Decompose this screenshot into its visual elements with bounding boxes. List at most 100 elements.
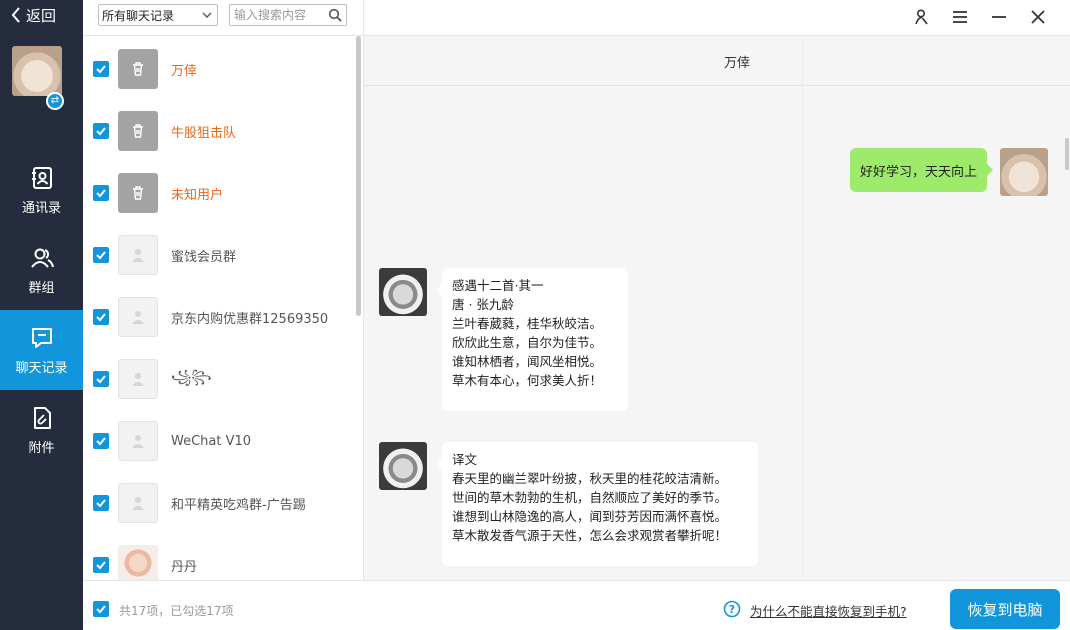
list-item[interactable]: 牛股狙击队	[83, 100, 353, 162]
list-item[interactable]: 万倖	[83, 38, 353, 100]
row-checkbox[interactable]	[93, 123, 109, 139]
list-item[interactable]: ꧁꧂	[83, 348, 353, 410]
message-line: 唐 · 张九龄	[452, 295, 618, 314]
chat-panel: 万倖 好好学习，天天向上 感遇十二首·其一 唐 · 张九龄 兰叶春葳蕤，桂华秋皎…	[364, 36, 1070, 580]
list-item[interactable]: 丹丹	[83, 534, 353, 580]
chevron-left-icon	[10, 7, 22, 23]
back-button[interactable]: 返回	[10, 5, 56, 25]
row-checkbox[interactable]	[93, 495, 109, 511]
row-checkbox[interactable]	[93, 309, 109, 325]
menu-button[interactable]	[949, 6, 971, 28]
avatar[interactable]	[1000, 148, 1048, 196]
chat-filter-select[interactable]: 所有聊天记录	[98, 4, 218, 26]
row-checkbox[interactable]	[93, 557, 109, 573]
back-label: 返回	[26, 5, 56, 26]
close-icon	[1029, 8, 1047, 26]
nav-item-contacts[interactable]: 通讯录	[0, 150, 83, 230]
message-bubble-self: 好好学习，天天向上	[850, 148, 987, 192]
minimize-button[interactable]	[988, 6, 1010, 28]
avatar	[118, 297, 158, 337]
row-checkbox[interactable]	[93, 185, 109, 201]
person-placeholder-icon	[129, 494, 147, 512]
minimize-icon	[990, 8, 1008, 26]
row-checkbox[interactable]	[93, 61, 109, 77]
nav-item-groups[interactable]: 群组	[0, 230, 83, 310]
chat-name: 牛股狙击队	[171, 122, 236, 141]
svg-text:?: ?	[729, 603, 735, 616]
search-input[interactable]	[230, 5, 322, 25]
chat-filter-value: 所有聊天记录	[102, 7, 174, 24]
chat-title: 万倖	[364, 52, 1070, 71]
avatar	[118, 545, 158, 580]
message-line: 感遇十二首·其一	[452, 276, 618, 295]
nav-item-chat-history[interactable]: 聊天记录	[0, 310, 83, 390]
message-text: 好好学习，天天向上	[860, 161, 977, 180]
close-button[interactable]	[1027, 6, 1049, 28]
search-icon[interactable]	[328, 8, 342, 22]
message-line: 草木有本心，何求美人折！	[452, 371, 618, 390]
contacts-icon	[29, 165, 55, 191]
chat-history-icon	[29, 325, 55, 351]
check-icon	[95, 603, 107, 615]
message-line: 世间的草木勃勃的生机，自然顺应了美好的季节。	[452, 488, 748, 507]
attachment-icon	[29, 405, 55, 431]
trash-icon	[129, 184, 147, 202]
message-line: 谁想到山林隐逸的高人，闻到芬芳因而满怀喜悦。	[452, 507, 748, 526]
divider	[802, 36, 803, 580]
chat-list-scrollbar[interactable]	[356, 36, 361, 316]
restore-button-label: 恢复到电脑	[967, 599, 1042, 620]
avatar	[118, 421, 158, 461]
row-checkbox[interactable]	[93, 371, 109, 387]
help-link[interactable]: 为什么不能直接恢复到手机?	[750, 601, 907, 620]
user-button[interactable]	[911, 6, 933, 28]
chat-name: 蜜饯会员群	[171, 246, 236, 265]
select-all-checkbox[interactable]	[93, 601, 109, 617]
message-line: 草木散发香气源于天性，怎么会求观赏者攀折呢！	[452, 526, 748, 545]
left-nav: 返回 ⇄ 通讯录 群组	[0, 0, 83, 630]
message-line: 春天里的幽兰翠叶纷披，秋天里的桂花皎洁清新。	[452, 469, 748, 488]
group-icon	[29, 245, 55, 271]
message-line: 欣欣此生意，自尔为佳节。	[452, 333, 618, 352]
chevron-down-icon	[202, 11, 212, 19]
list-item[interactable]: 未知用户	[83, 162, 353, 224]
check-icon	[95, 311, 107, 323]
avatar[interactable]	[379, 442, 427, 490]
profile-avatar[interactable]	[12, 46, 62, 96]
list-item[interactable]: 和平精英吃鸡群-广告踢	[83, 472, 353, 534]
chat-name: 丹丹	[171, 556, 197, 575]
chat-name: 京东内购优惠群12569350	[171, 308, 328, 327]
list-item[interactable]: 蜜饯会员群	[83, 224, 353, 286]
message-line: 兰叶春葳蕤，桂华秋皎洁。	[452, 314, 618, 333]
row-checkbox[interactable]	[93, 247, 109, 263]
help-icon[interactable]: ?	[723, 600, 741, 618]
avatar	[118, 173, 158, 213]
menu-icon	[951, 8, 969, 26]
check-icon	[95, 497, 107, 509]
check-icon	[95, 125, 107, 137]
check-icon	[95, 373, 107, 385]
restore-to-computer-button[interactable]: 恢复到电脑	[950, 589, 1060, 629]
nav-label-chat-history: 聊天记录	[15, 357, 67, 376]
person-placeholder-icon	[129, 432, 147, 450]
chat-scrollbar[interactable]	[1065, 138, 1069, 170]
avatar	[118, 235, 158, 275]
list-item[interactable]: WeChat V10	[83, 410, 353, 472]
row-checkbox[interactable]	[93, 433, 109, 449]
chat-name: ꧁꧂	[171, 366, 212, 393]
chat-name: 万倖	[171, 60, 197, 79]
trash-icon	[129, 60, 147, 78]
check-icon	[95, 249, 107, 261]
nav-label-attachments: 附件	[28, 437, 54, 456]
selection-count: 共17项，已勾选17项	[119, 602, 234, 619]
nav-item-attachments[interactable]: 附件	[0, 390, 83, 470]
user-icon	[913, 8, 931, 26]
avatar[interactable]	[379, 268, 427, 316]
switch-account-icon[interactable]: ⇄	[46, 92, 64, 110]
check-icon	[95, 63, 107, 75]
list-item[interactable]: 京东内购优惠群12569350	[83, 286, 353, 348]
app-window: 返回 ⇄ 通讯录 群组	[0, 0, 1070, 630]
check-icon	[95, 559, 107, 571]
nav-label-groups: 群组	[28, 277, 54, 296]
chat-header: 万倖	[364, 36, 1070, 86]
person-placeholder-icon	[129, 308, 147, 326]
